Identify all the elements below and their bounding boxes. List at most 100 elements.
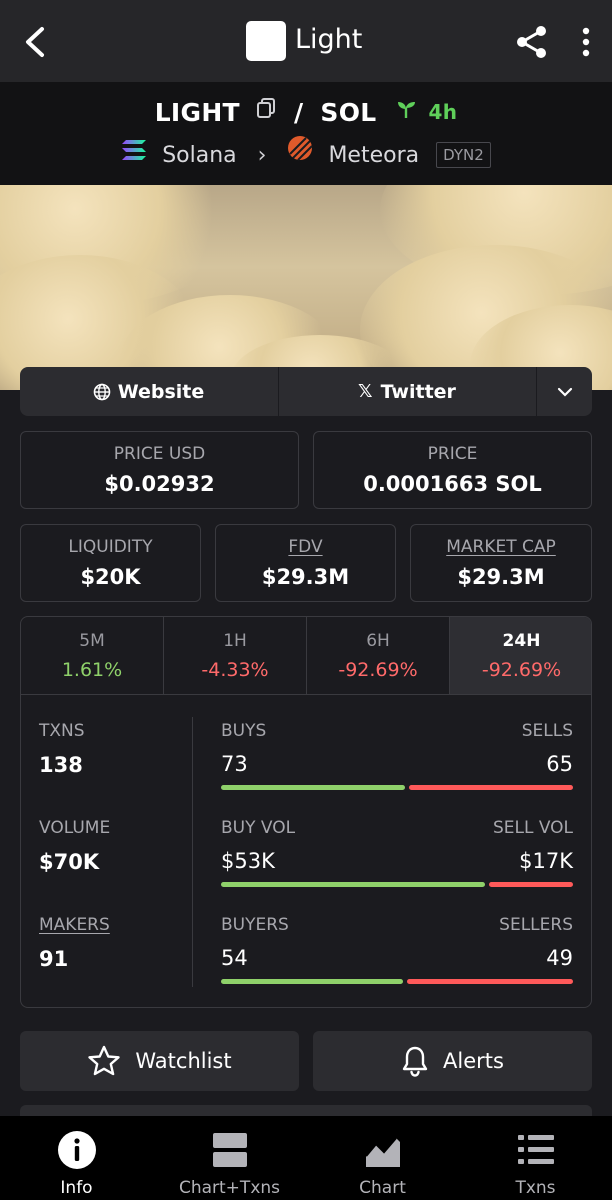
chain-breadcrumb: Solana › Meteora DYN2 <box>0 135 612 168</box>
sells-label: SELLS <box>521 721 573 741</box>
watchlist-button[interactable]: Watchlist <box>20 1031 299 1091</box>
timeframe-label: 5M <box>79 631 105 651</box>
dex-name[interactable]: Meteora <box>328 143 419 168</box>
sellers-value: 49 <box>546 946 573 970</box>
nav-label: Info <box>60 1178 93 1198</box>
pair-separator: / <box>293 97 304 127</box>
quote-token: SOL <box>320 97 377 127</box>
twitter-label: Twitter <box>380 380 456 403</box>
trading-stats-panel: 5M 1.61% 1H -4.33% 6H -92.69% 24H -92.69… <box>20 616 592 1008</box>
token-logo <box>246 21 286 61</box>
chevron-down-icon <box>557 387 572 397</box>
buy-volume-label: BUY VOL <box>221 818 296 838</box>
sell-volume-value: $17K <box>519 849 573 873</box>
market-cap-value: $29.3M <box>457 565 545 589</box>
liquidity-value: $20K <box>80 565 141 589</box>
twitter-button[interactable]: 𝕏 Twitter <box>278 367 535 416</box>
market-cap-card[interactable]: MARKET CAP $29.3M <box>410 524 592 602</box>
makers-value: 91 <box>39 947 69 971</box>
sellers-bar <box>407 979 573 984</box>
sells-bar <box>409 785 573 790</box>
nav-txns[interactable]: Txns <box>459 1116 612 1200</box>
buyers-bar <box>221 979 403 984</box>
page-title: Light <box>295 24 363 55</box>
txns-label: TXNS <box>39 721 85 741</box>
base-token: LIGHT <box>154 97 240 127</box>
more-vertical-icon[interactable] <box>576 24 596 60</box>
price-usd-card: PRICE USD $0.02932 <box>20 431 299 509</box>
price-native-label: PRICE <box>427 444 478 464</box>
x-logo-icon: 𝕏 <box>358 381 373 402</box>
list-icon <box>517 1135 554 1164</box>
price-change: -92.69% <box>481 659 562 681</box>
timeframe-tab-1h[interactable]: 1H -4.33% <box>164 617 307 695</box>
sprout-icon <box>397 102 415 118</box>
timeframe-label: 6H <box>366 631 390 651</box>
price-change: 1.61% <box>61 659 123 681</box>
buy-volume-bar <box>221 882 485 887</box>
back-arrow-icon[interactable] <box>20 24 50 60</box>
nav-label: Chart <box>359 1178 406 1198</box>
website-button[interactable]: Website <box>20 367 277 416</box>
nav-info[interactable]: Info <box>0 1116 153 1200</box>
bell-icon <box>402 1046 428 1077</box>
price-change: -4.33% <box>201 659 269 681</box>
price-usd-value: $0.02932 <box>104 472 215 496</box>
alerts-label: Alerts <box>443 1049 504 1073</box>
buyers-value: 54 <box>221 946 248 970</box>
top-app-bar: Light <box>0 0 612 82</box>
buyers-label: BUYERS <box>221 915 289 935</box>
makers-label[interactable]: MAKERS <box>39 915 110 935</box>
timeframe-tab-24h[interactable]: 24H -92.69% <box>450 617 591 695</box>
more-links-button[interactable] <box>536 367 592 416</box>
chain-name[interactable]: Solana <box>162 143 236 168</box>
pair-title: LIGHT / SOL 4h <box>0 96 612 127</box>
sell-volume-bar <box>489 882 573 887</box>
fdv-label[interactable]: FDV <box>216 537 395 557</box>
fdv-card[interactable]: FDV $29.3M <box>215 524 396 602</box>
nav-chart[interactable]: Chart <box>306 1116 459 1200</box>
alerts-button[interactable]: Alerts <box>313 1031 592 1091</box>
split-view-icon <box>212 1133 247 1167</box>
bottom-navigation: Info Chart+Txns Chart Txns <box>0 1116 612 1200</box>
buys-bar <box>221 785 405 790</box>
nav-label: Chart+Txns <box>178 1178 281 1198</box>
nav-chart-txns[interactable]: Chart+Txns <box>153 1116 306 1200</box>
timeframe-label: 24H <box>502 631 541 651</box>
info-icon <box>57 1131 96 1169</box>
sells-value: 65 <box>546 752 573 776</box>
column-divider <box>192 717 193 987</box>
website-label: Website <box>117 380 205 403</box>
sell-volume-label: SELL VOL <box>492 818 573 838</box>
chevron-right-icon: › <box>257 142 267 168</box>
volume-label: VOLUME <box>39 818 111 838</box>
timeframe-label: 1H <box>223 631 247 651</box>
share-icon[interactable] <box>514 24 550 60</box>
pair-age: 4h <box>428 100 458 124</box>
timeframe-tab-5m[interactable]: 5M 1.61% <box>21 617 164 695</box>
volume-value: $70K <box>39 850 100 874</box>
buys-label: BUYS <box>221 721 267 741</box>
liquidity-card: LIQUIDITY $20K <box>20 524 201 602</box>
meteora-icon <box>288 136 314 161</box>
liquidity-label: LIQUIDITY <box>68 537 153 557</box>
pool-type-badge: DYN2 <box>436 142 491 168</box>
market-cap-label[interactable]: MARKET CAP <box>411 537 591 557</box>
txns-value: 138 <box>39 753 83 777</box>
watchlist-label: Watchlist <box>135 1049 232 1073</box>
price-native-value: 0.0001663 SOL <box>363 472 542 496</box>
price-usd-label: PRICE USD <box>113 444 206 464</box>
price-native-card: PRICE 0.0001663 SOL <box>313 431 592 509</box>
price-change: -92.69% <box>338 659 418 681</box>
buys-value: 73 <box>221 752 248 776</box>
timeframe-tab-6h[interactable]: 6H -92.69% <box>307 617 450 695</box>
sellers-label: SELLERS <box>499 915 573 935</box>
copy-icon[interactable] <box>255 97 277 119</box>
star-icon <box>88 1045 121 1076</box>
solana-icon <box>122 140 147 160</box>
pair-header: LIGHT / SOL 4h Solana › Meteora DYN2 <box>0 82 612 185</box>
nav-label: Txns <box>515 1178 556 1198</box>
buy-volume-value: $53K <box>221 849 275 873</box>
social-links-bar: Website 𝕏 Twitter <box>20 367 592 416</box>
token-banner-image <box>0 185 612 390</box>
